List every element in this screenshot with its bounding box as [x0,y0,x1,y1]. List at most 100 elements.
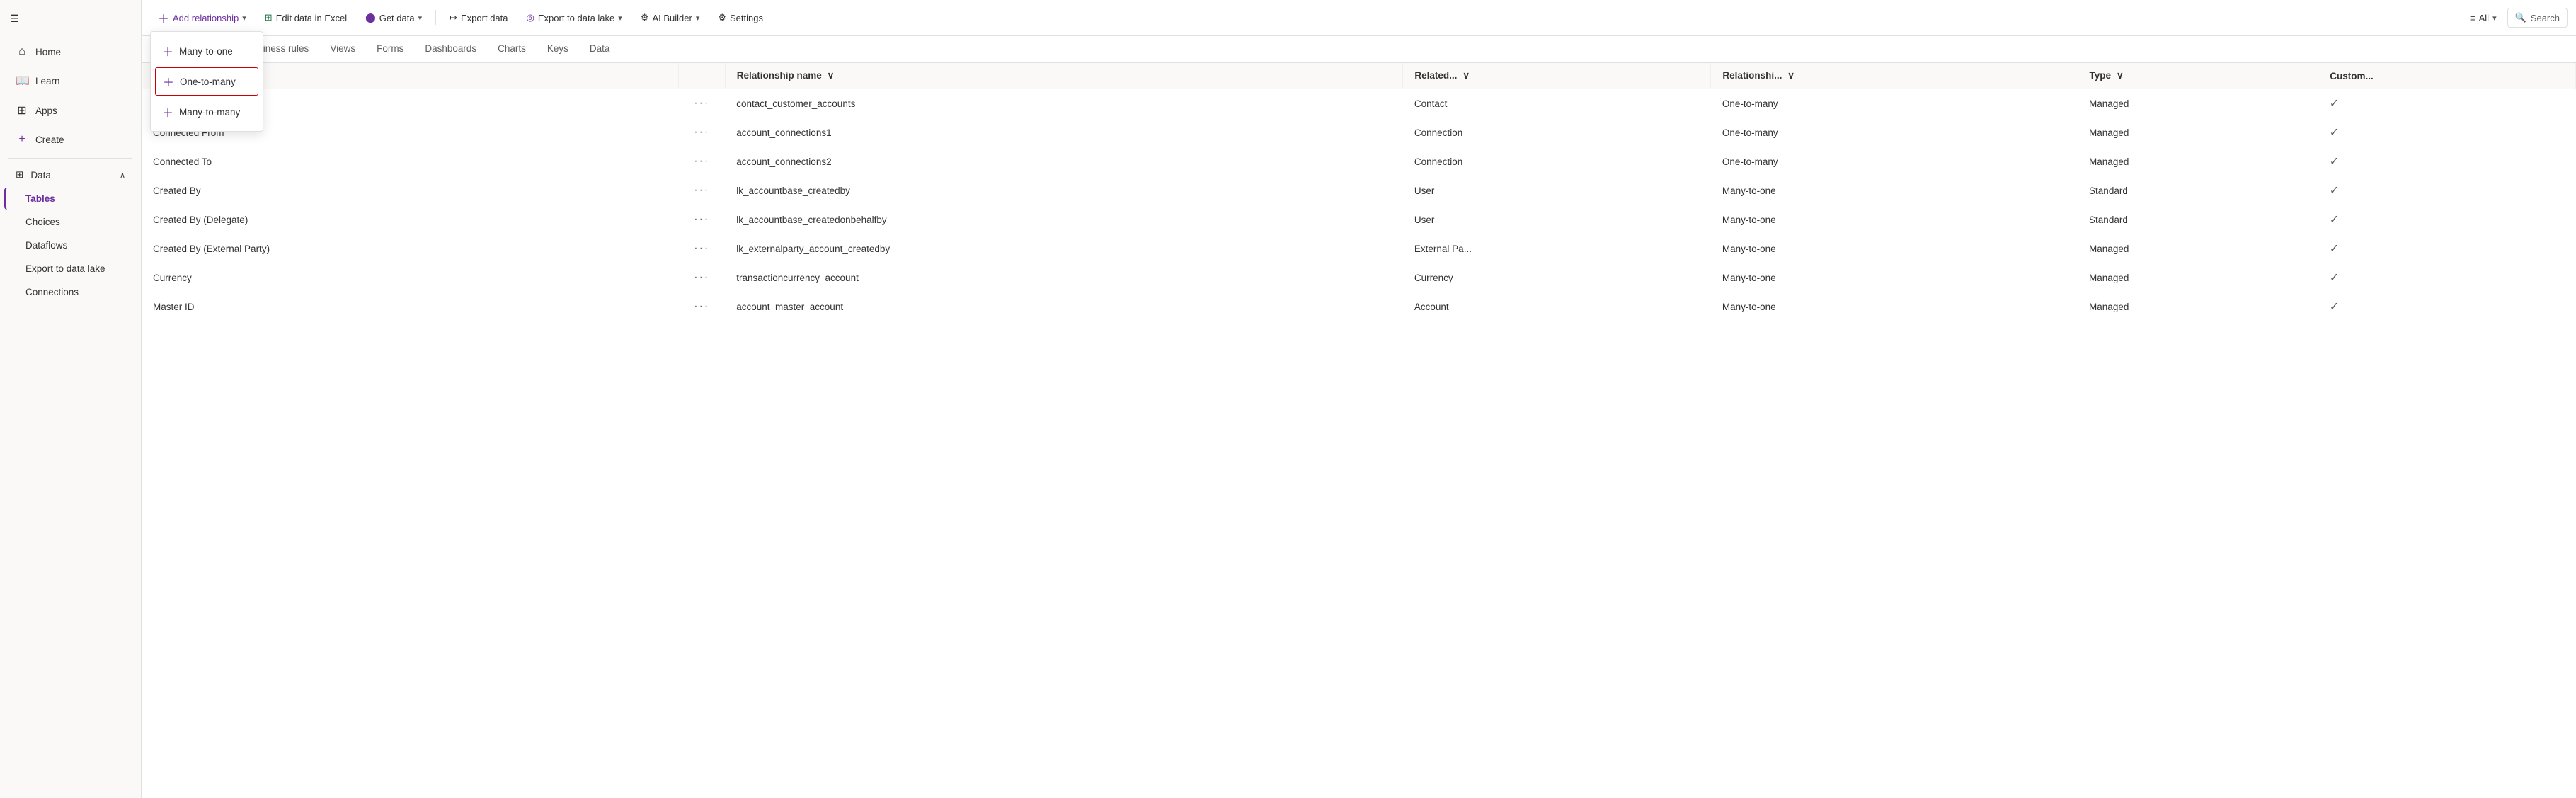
cell-related: Currency [1403,263,1711,292]
sidebar-sub-dataflows[interactable]: Dataflows [4,234,137,256]
cell-custom: ✓ [2318,89,2576,118]
sidebar-divider [8,158,132,159]
table-row: Connected To ··· account_connections2 Co… [142,147,2576,176]
dropdown-many-to-many[interactable]: ＋ Many-to-many [151,97,263,127]
cell-type: Managed [2078,89,2318,118]
row-ellipsis-button[interactable]: ··· [689,183,714,198]
sort-icons-rel-type: ∨ [1787,70,1794,81]
cell-rel-type: One-to-many [1711,147,2078,176]
toolbar-divider-1 [435,10,436,25]
ai-builder-button[interactable]: ⚙ AI Builder ▾ [633,7,708,28]
toolbar: ＋ Add relationship ▾ ＋ Many-to-one ＋ One… [142,0,2576,36]
cell-type: Managed [2078,263,2318,292]
export-data-button[interactable]: ↦ Export data [442,7,515,28]
cell-display-name: Created By [142,176,678,205]
filter-all-button[interactable]: ≡ All ▾ [2462,8,2505,28]
dropdown-one-to-many[interactable]: ＋ One-to-many [155,67,258,96]
row-ellipsis-button[interactable]: ··· [689,154,714,169]
cell-ellipsis[interactable]: ··· [678,205,725,234]
export-lake-icon: ◎ [527,12,534,23]
filter-icon: ≡ [2470,13,2475,23]
cell-custom: ✓ [2318,147,2576,176]
sidebar-sub-tables[interactable]: Tables [4,188,137,210]
custom-check-icon: ✓ [2330,127,2339,139]
custom-check-icon: ✓ [2330,301,2339,313]
sidebar-item-create[interactable]: + Create [4,126,137,153]
cell-related: Connection [1403,147,1711,176]
custom-check-icon: ✓ [2330,156,2339,168]
apps-icon: ⊞ [16,103,28,118]
export-data-icon: ↦ [450,12,457,23]
tab-views[interactable]: Views [320,36,365,62]
sidebar-item-apps[interactable]: ⊞ Apps [4,96,137,125]
cell-ellipsis[interactable]: ··· [678,176,725,205]
cell-ellipsis[interactable]: ··· [678,292,725,321]
sidebar-sub-export[interactable]: Export to data lake [4,258,137,280]
sidebar-sub-connections[interactable]: Connections [4,281,137,303]
row-ellipsis-button[interactable]: ··· [689,270,714,285]
search-button[interactable]: 🔍 Search [2507,8,2568,28]
many-to-one-label: Many-to-one [179,46,233,57]
sidebar-item-learn[interactable]: 📖 Learn [4,67,137,95]
sidebar-item-data[interactable]: ⊞ Data ∧ [4,164,137,186]
row-ellipsis-button[interactable]: ··· [689,212,714,227]
settings-button[interactable]: ⚙ Settings [710,7,771,28]
cell-relationship-name: contact_customer_accounts [725,89,1403,118]
sidebar-item-data-label: Data [30,170,51,181]
cell-custom: ✓ [2318,205,2576,234]
data-expand-chevron: ∧ [120,171,125,180]
edit-excel-label: Edit data in Excel [276,13,347,23]
export-lake-button[interactable]: ◎ Export to data lake ▾ [519,7,630,28]
hamburger-button[interactable]: ☰ [0,6,141,38]
cell-display-name: Master ID [142,292,678,321]
row-ellipsis-button[interactable]: ··· [689,125,714,139]
cell-ellipsis[interactable]: ··· [678,263,725,292]
cell-rel-type: One-to-many [1711,118,2078,147]
tab-data[interactable]: Data [580,36,620,62]
row-ellipsis-button[interactable]: ··· [689,241,714,256]
col-rel-type[interactable]: Relationshi... ∨ [1711,63,2078,89]
tab-keys[interactable]: Keys [537,36,578,62]
edit-excel-button[interactable]: ⊞ Edit data in Excel [257,7,355,28]
cell-custom: ✓ [2318,263,2576,292]
cell-ellipsis[interactable]: ··· [678,234,725,263]
add-relationship-button[interactable]: ＋ Add relationship ▾ [150,4,254,31]
add-relationship-plus-icon: ＋ [158,9,169,26]
cell-ellipsis[interactable]: ··· [678,147,725,176]
sidebar-sub-choices-label: Choices [25,217,60,227]
sidebar-sub-export-label: Export to data lake [25,263,105,274]
add-relationship-dropdown: ＋ Many-to-one ＋ One-to-many ＋ Many-to-ma… [150,31,263,132]
col-related[interactable]: Related... ∨ [1403,63,1711,89]
home-icon: ⌂ [16,45,28,58]
get-data-button[interactable]: ⬤ Get data ▾ [357,7,430,28]
cell-related: User [1403,205,1711,234]
col-relationship-name[interactable]: Relationship name ∨ [725,63,1403,89]
cell-relationship-name: lk_externalparty_account_createdby [725,234,1403,263]
sidebar-item-apps-label: Apps [35,106,57,116]
main-content: ＋ Add relationship ▾ ＋ Many-to-one ＋ One… [142,0,2576,798]
tab-charts[interactable]: Charts [488,36,536,62]
cell-relationship-name: account_connections2 [725,147,1403,176]
tab-forms[interactable]: Forms [367,36,413,62]
dropdown-many-to-one[interactable]: ＋ Many-to-one [151,36,263,66]
cell-ellipsis[interactable]: ··· [678,89,725,118]
sidebar-sub-choices[interactable]: Choices [4,211,137,233]
row-ellipsis-button[interactable]: ··· [689,299,714,314]
col-custom: Custom... [2318,63,2576,89]
add-relationship-label: Add relationship [173,13,239,23]
sidebar-item-home[interactable]: ⌂ Home [4,38,137,65]
table-row: Created By ··· lk_accountbase_createdby … [142,176,2576,205]
many-to-many-label: Many-to-many [179,107,240,118]
tab-dashboards[interactable]: Dashboards [415,36,486,62]
custom-check-icon: ✓ [2330,243,2339,255]
col-type[interactable]: Type ∨ [2078,63,2318,89]
sidebar-sub-connections-label: Connections [25,287,79,297]
sidebar: ☰ ⌂ Home 📖 Learn ⊞ Apps + Create ⊞ Data … [0,0,142,798]
sidebar-sub-tables-label: Tables [25,193,55,204]
get-data-icon: ⬤ [365,12,376,23]
cell-custom: ✓ [2318,292,2576,321]
cell-type: Standard [2078,205,2318,234]
row-ellipsis-button[interactable]: ··· [689,96,714,110]
tab-forms-label: Forms [377,43,403,54]
cell-ellipsis[interactable]: ··· [678,118,725,147]
